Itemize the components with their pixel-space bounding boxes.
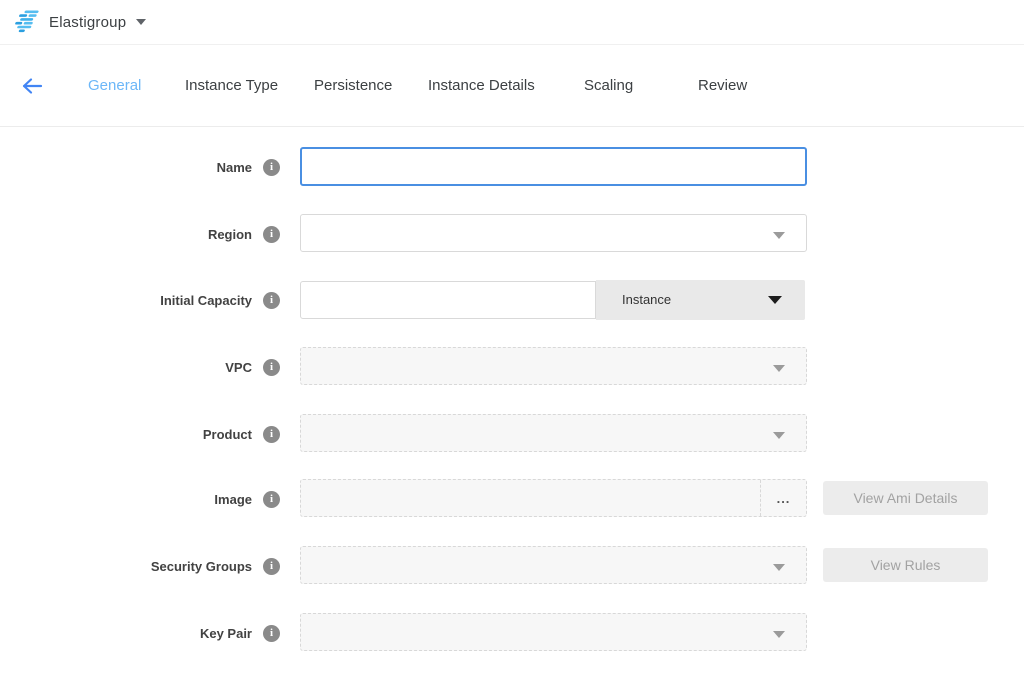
name-label: Name	[217, 160, 252, 175]
image-input: ...	[300, 479, 807, 517]
view-ami-details-button: View Ami Details	[823, 481, 988, 515]
key-pair-label: Key Pair	[200, 626, 252, 641]
form-row-initial-capacity: Initial Capacity i Instance	[0, 280, 1024, 322]
info-icon[interactable]: i	[263, 625, 280, 642]
chevron-down-icon	[768, 296, 782, 304]
product-select	[300, 414, 807, 452]
tab-instance-type[interactable]: Instance Type	[185, 46, 278, 126]
tab-review[interactable]: Review	[698, 46, 747, 126]
back-button[interactable]	[20, 74, 44, 98]
app-header: Elastigroup	[0, 0, 1024, 45]
info-icon[interactable]: i	[263, 491, 280, 508]
general-form: Name i Region i Initial Capacity i Insta…	[0, 127, 1024, 688]
info-icon[interactable]: i	[263, 226, 280, 243]
capacity-unit-value: Instance	[622, 292, 671, 307]
initial-capacity-input[interactable]	[300, 281, 596, 319]
info-icon[interactable]: i	[263, 359, 280, 376]
chevron-down-icon	[773, 631, 785, 638]
region-label: Region	[208, 227, 252, 242]
form-row-image: Image i ... View Ami Details	[0, 479, 1024, 521]
view-rules-button: View Rules	[823, 548, 988, 582]
info-icon[interactable]: i	[263, 558, 280, 575]
browse-image-button: ...	[760, 480, 806, 516]
chevron-down-icon	[773, 432, 785, 439]
tab-scaling[interactable]: Scaling	[584, 46, 633, 126]
vpc-label: VPC	[225, 360, 252, 375]
app-switcher-title[interactable]: Elastigroup	[49, 14, 126, 31]
security-groups-select	[300, 546, 807, 584]
key-pair-select	[300, 613, 807, 651]
ellipsis-icon: ...	[777, 491, 791, 506]
vpc-select	[300, 347, 807, 385]
form-row-product: Product i	[0, 414, 1024, 456]
form-row-vpc: VPC i	[0, 347, 1024, 389]
region-select[interactable]	[300, 214, 807, 252]
initial-capacity-label: Initial Capacity	[160, 293, 252, 308]
tab-instance-details[interactable]: Instance Details	[428, 46, 535, 126]
chevron-down-icon	[773, 232, 785, 239]
chevron-down-icon	[773, 365, 785, 372]
info-icon[interactable]: i	[263, 292, 280, 309]
form-row-name: Name i	[0, 147, 1024, 189]
form-row-security-groups: Security Groups i View Rules	[0, 546, 1024, 588]
form-row-key-pair: Key Pair i	[0, 613, 1024, 655]
info-icon[interactable]: i	[263, 159, 280, 176]
capacity-unit-select[interactable]: Instance	[596, 280, 805, 320]
wizard-tabbar: General Instance Type Persistence Instan…	[0, 46, 1024, 127]
image-label: Image	[214, 492, 252, 507]
security-groups-label: Security Groups	[151, 559, 252, 574]
product-label: Product	[203, 427, 252, 442]
name-input[interactable]	[300, 147, 807, 186]
info-icon[interactable]: i	[263, 426, 280, 443]
tab-persistence[interactable]: Persistence	[314, 46, 392, 126]
chevron-down-icon	[773, 564, 785, 571]
chevron-down-icon[interactable]	[136, 19, 146, 25]
back-arrow-icon	[21, 77, 43, 95]
elastigroup-logo-icon	[13, 10, 40, 34]
tab-general[interactable]: General	[88, 46, 141, 126]
form-row-region: Region i	[0, 214, 1024, 256]
